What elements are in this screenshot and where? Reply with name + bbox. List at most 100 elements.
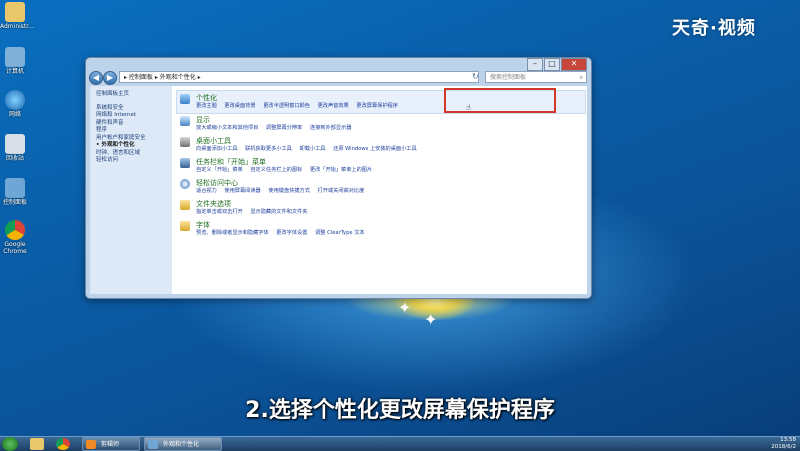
category-links: 放大或缩小文本和其他项目 调整屏幕分辨率 连接到外部显示器 <box>196 124 357 131</box>
taskbar: 剪辑师 外观和个性化 13:58 2018/6/2 <box>0 436 800 451</box>
link-adjust-cleartype[interactable]: 调整 ClearType 文本 <box>315 230 365 236</box>
desktop-icon-label: 回收站 <box>5 155 24 162</box>
link-change-start-picture[interactable]: 更改「开始」菜单上的图片 <box>310 167 372 173</box>
link-change-sound-effects[interactable]: 更改声音效果 <box>318 103 349 109</box>
category-links: 更改主题 更改桌面背景 更改半透明窗口颜色 更改声音效果 更改屏幕保护程序 <box>196 102 404 109</box>
folder-icon <box>180 200 190 210</box>
desktop-icon-admin[interactable]: Administr... <box>0 2 34 30</box>
explorer-icon[interactable] <box>30 438 44 450</box>
taskbar-icon <box>180 158 190 168</box>
sidebar-item-clock-language[interactable]: 时钟、语言和区域 <box>90 150 172 158</box>
link-zoom-text[interactable]: 放大或缩小文本和其他项目 <box>196 125 258 131</box>
link-optimize-visual[interactable]: 适合视力 <box>196 188 217 194</box>
link-single-double-click[interactable]: 指定单击或双击打开 <box>196 209 243 215</box>
taskbar-button-clip-editor[interactable]: 剪辑师 <box>82 437 140 451</box>
sidebar-item-label: 外观和个性化 <box>101 142 135 148</box>
sidebar-item-network[interactable]: 网络和 Internet <box>90 112 172 120</box>
sidebar-item-appearance[interactable]: • 外观和个性化 <box>90 142 172 150</box>
control-panel-window: – □ ✕ ◀ ▶ ▸ 控制面板 ▸ 外观和个性化 ▸ ↻ 搜索控制面板 ⌕ 控… <box>85 57 592 299</box>
computer-icon <box>5 47 25 67</box>
folder-icon <box>5 2 25 22</box>
ease-of-access-icon <box>180 179 190 189</box>
category-links: 预览、删除或者显示和隐藏字体 更改字体设置 调整 ClearType 文本 <box>196 229 371 236</box>
window-controls: – □ ✕ <box>526 58 587 71</box>
sidebar-home-link[interactable]: 控制面板主页 <box>90 91 172 99</box>
address-row: ◀ ▶ ▸ 控制面板 ▸ 外观和个性化 ▸ ↻ 搜索控制面板 ⌕ <box>89 71 588 85</box>
minimize-button[interactable]: – <box>527 58 543 71</box>
link-show-hidden-files[interactable]: 显示隐藏的文件和文件夹 <box>250 209 307 215</box>
category-links: 自定义「开始」菜单 自定义任务栏上的图标 更改「开始」菜单上的图片 <box>196 166 378 173</box>
category-links: 向桌面添加小工具 联机获取更多小工具 卸载小工具 还原 Windows 上安装的… <box>196 145 423 152</box>
link-screen-reader[interactable]: 使用屏幕阅读器 <box>224 188 260 194</box>
search-placeholder: 搜索控制面板 <box>490 74 527 81</box>
link-connect-external-display[interactable]: 连接到外部显示器 <box>310 125 352 131</box>
search-icon: ⌕ <box>579 74 583 81</box>
taskbar-button-label: 外观和个性化 <box>163 441 200 448</box>
fonts-icon <box>180 221 190 231</box>
wallpaper-sparkle: ✦ <box>398 298 412 317</box>
link-high-contrast[interactable]: 打开或关闭高对比度 <box>318 188 365 194</box>
link-preview-fonts[interactable]: 预览、删除或者显示和隐藏字体 <box>196 230 269 236</box>
search-input[interactable]: 搜索控制面板 ⌕ <box>485 71 587 83</box>
tutorial-subtitle: 2.选择个性化更改屏幕保护程序 <box>245 398 555 423</box>
desktop-icon-network[interactable]: 网络 <box>0 90 30 118</box>
link-get-more-gadgets[interactable]: 联机获取更多小工具 <box>245 146 292 152</box>
link-change-desktop-background[interactable]: 更改桌面背景 <box>224 103 255 109</box>
desktop-icon-computer[interactable]: 计算机 <box>0 47 30 75</box>
mouse-cursor-icon: ☝ <box>466 103 471 112</box>
taskbar-button-control-panel[interactable]: 外观和个性化 <box>144 437 222 451</box>
link-change-window-color[interactable]: 更改半透明窗口颜色 <box>263 103 310 109</box>
desktop: ✦ ✦ Administr... 计算机 网络 回收站 控制面板 Google … <box>0 0 800 451</box>
link-restore-gadgets[interactable]: 还原 Windows 上安装的桌面小工具 <box>333 146 417 152</box>
link-uninstall-gadget[interactable]: 卸载小工具 <box>300 146 326 152</box>
back-button[interactable]: ◀ <box>89 71 103 85</box>
network-icon <box>5 90 25 110</box>
category-links: 指定单击或双击打开 显示隐藏的文件和文件夹 <box>196 208 313 215</box>
control-panel-icon <box>5 178 25 198</box>
sidebar-item-hardware-sound[interactable]: 硬件和声音 <box>90 120 172 128</box>
desktop-icon-control-panel[interactable]: 控制面板 <box>0 178 30 206</box>
taskbar-button-label: 剪辑师 <box>101 441 120 448</box>
desktop-icon-chrome[interactable]: Google Chrome <box>0 220 30 255</box>
link-customize-taskbar-icons[interactable]: 自定义任务栏上的图标 <box>250 167 302 173</box>
sidebar-item-programs[interactable]: 程序 <box>90 127 172 135</box>
chrome-icon[interactable] <box>56 438 70 450</box>
close-button[interactable]: ✕ <box>561 58 587 71</box>
desktop-icon-label: Administr... <box>0 23 34 30</box>
personalization-icon <box>180 94 190 104</box>
wallpaper-sparkle: ✦ <box>424 310 438 329</box>
link-adjust-resolution[interactable]: 调整屏幕分辨率 <box>266 125 302 131</box>
recycle-bin-icon <box>5 134 25 154</box>
screen-saver-highlight-box <box>444 88 556 113</box>
desktop-icon-recycle-bin[interactable]: 回收站 <box>0 134 30 162</box>
content-pane: 个性化 更改主题 更改桌面背景 更改半透明窗口颜色 更改声音效果 更改屏幕保护程… <box>172 86 587 294</box>
chrome-icon <box>5 220 25 240</box>
control-panel-icon <box>148 440 158 449</box>
sidebar-item-system-security[interactable]: 系统和安全 <box>90 105 172 113</box>
link-customize-start-menu[interactable]: 自定义「开始」菜单 <box>196 167 243 173</box>
link-change-theme[interactable]: 更改主题 <box>196 103 217 109</box>
forward-button[interactable]: ▶ <box>103 71 117 85</box>
tray-clock: 13:58 <box>780 437 796 443</box>
brand-watermark: 天奇·视频 <box>672 18 756 39</box>
desktop-icon-label: 计算机 <box>5 68 24 75</box>
maximize-button[interactable]: □ <box>544 58 560 71</box>
category-links: 适合视力 使用屏幕阅读器 使用键盘快捷方式 打开或关闭高对比度 <box>196 187 370 194</box>
start-button[interactable] <box>2 437 18 451</box>
link-change-font-settings[interactable]: 更改字体设置 <box>276 230 307 236</box>
sidebar: 控制面板主页 系统和安全 网络和 Internet 硬件和声音 程序 用户帐户和… <box>90 86 172 294</box>
link-add-gadgets[interactable]: 向桌面添加小工具 <box>196 146 238 152</box>
desktop-icon-label: 网络 <box>8 111 21 118</box>
system-tray[interactable]: 13:58 2018/6/2 <box>771 437 796 451</box>
desktop-icon-label: 控制面板 <box>2 199 27 206</box>
sidebar-item-user-accounts[interactable]: 用户帐户和家庭安全 <box>90 135 172 143</box>
address-bar[interactable]: ▸ 控制面板 ▸ 外观和个性化 ▸ <box>119 71 479 83</box>
clip-editor-icon <box>86 440 96 449</box>
sidebar-item-ease-of-access[interactable]: 轻松访问 <box>90 157 172 165</box>
gadgets-icon <box>180 137 190 147</box>
display-icon <box>180 116 190 126</box>
link-change-screen-saver[interactable]: 更改屏幕保护程序 <box>356 103 398 109</box>
desktop-icon-label: Google Chrome <box>3 241 27 255</box>
refresh-icon[interactable]: ↻ <box>472 72 479 81</box>
link-keyboard-shortcuts[interactable]: 使用键盘快捷方式 <box>268 188 310 194</box>
